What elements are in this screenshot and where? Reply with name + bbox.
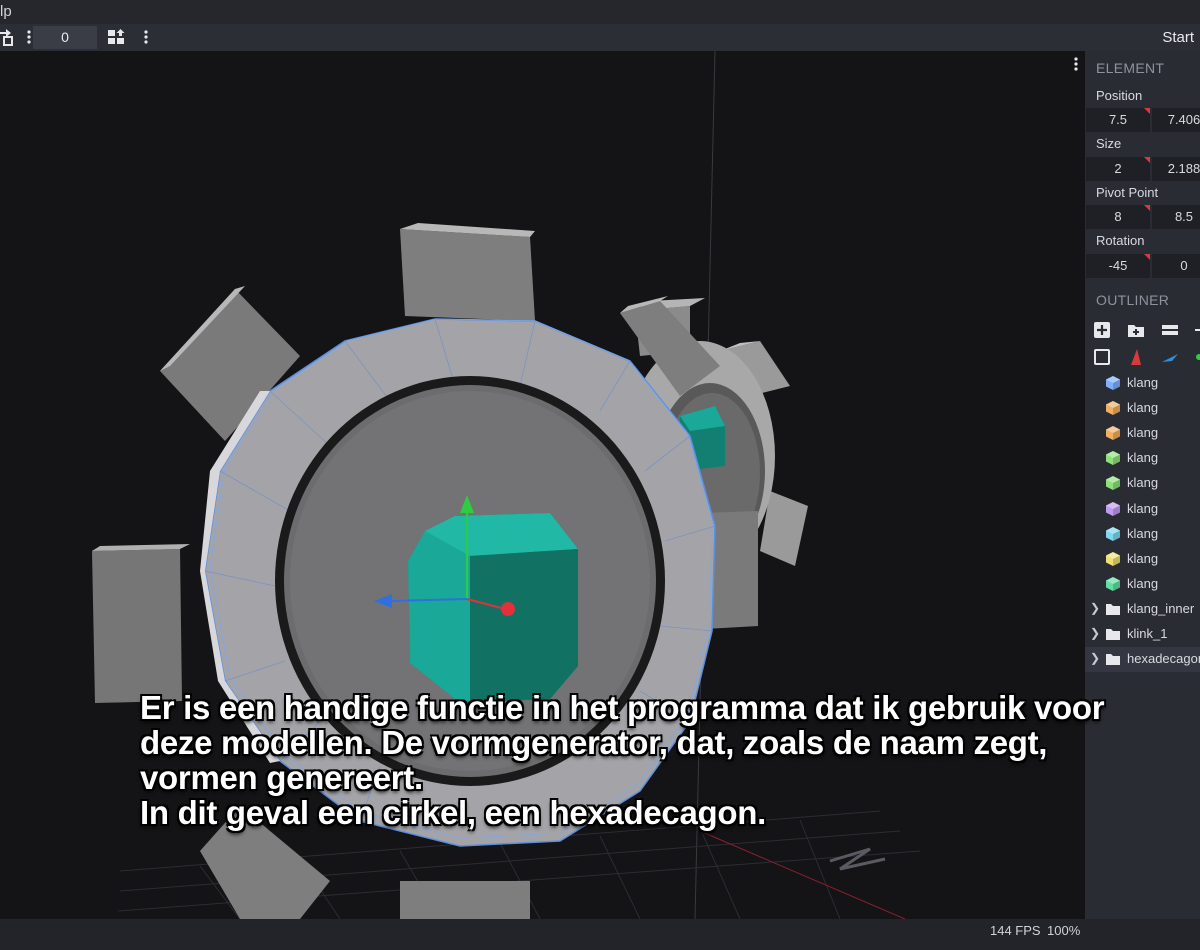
video-subtitle: Er is een handige functie in het program… [140,690,1160,830]
toolbar-more-icon-2[interactable] [137,28,148,46]
size-label: Size [1096,136,1122,151]
outliner-item-label: klang [1127,500,1159,516]
toolbar-more-icon[interactable] [20,28,31,46]
pivot-x-input[interactable]: 8 [1086,205,1150,229]
checkbox-icon[interactable] [1093,348,1111,366]
outliner-title: OUTLINER [1096,292,1170,308]
outliner-item-label: klang [1127,575,1159,591]
outliner-item-label: klang_inner [1127,600,1195,616]
start-button[interactable]: Start [1162,29,1194,46]
rotation-y-input[interactable]: 0 [1152,254,1200,278]
size-y-input[interactable]: 2.188 [1152,157,1200,181]
outliner-item-label: klang [1127,400,1159,416]
toolbar-number-input[interactable]: 0 [33,26,97,49]
cube-icon [1105,450,1121,466]
cube-icon [1105,375,1121,391]
more-tools-icon[interactable] [1193,321,1200,339]
outliner-cube[interactable]: klang [1085,497,1200,522]
rotation-label: Rotation [1096,233,1145,248]
cube-icon [1105,501,1121,517]
folder-icon [1105,651,1121,667]
outliner-cube[interactable]: klang [1085,572,1200,597]
position-label: Position [1096,88,1143,103]
rotation-row: -45 0 [1086,254,1200,278]
outliner-cube[interactable]: klang [1085,547,1200,572]
collapse-icon[interactable] [1161,321,1179,339]
outliner-item-label: klang [1127,450,1159,466]
outliner-folder[interactable]: ❯ klink_1 [1085,622,1200,647]
zoom-level: 100% [1047,923,1081,938]
position-row: 7.5 7.406 [1086,108,1200,132]
subtitle-line-2: deze modellen. De vormgenerator, dat, zo… [140,724,1048,761]
transform-tool-icon[interactable] [0,28,14,46]
outliner-item-label: klang [1127,525,1159,541]
outliner-cube[interactable]: klang [1085,396,1200,421]
size-row: 2 2.188 [1086,157,1200,181]
pivot-y-input[interactable]: 8.5 [1152,205,1200,229]
pivot-point-label: Pivot Point [1096,185,1159,200]
outliner-folder[interactable]: ❯ klang_inner [1085,597,1200,622]
cube-icon [1105,425,1121,441]
outliner-cube[interactable]: klang [1085,446,1200,471]
outliner-item-label: klang [1127,550,1159,566]
rotation-x-input[interactable]: -45 [1086,254,1150,278]
subtitle-line-4: In dit geval een cirkel, een hexadecagon… [140,794,766,831]
outliner-cube[interactable]: klang [1085,371,1200,396]
cube-icon [1105,526,1121,542]
outliner-item-label: klink_1 [1127,626,1168,641]
outliner-item-label: klang [1127,425,1159,441]
cube-icon [1105,551,1121,567]
add-cube-icon[interactable] [1093,321,1111,339]
outliner-cube[interactable]: klang [1085,471,1200,496]
status-bar: 144 FPS 100% [0,919,1200,950]
chevron-right-icon[interactable]: ❯ [1090,626,1100,640]
outliner-item-label: klang [1127,375,1159,390]
size-x-input[interactable]: 2 [1086,157,1150,181]
selected-cube [408,513,578,703]
element-panel-title: ELEMENT [1096,60,1165,76]
chevron-right-icon[interactable]: ❯ [1090,651,1100,665]
green-dot-icon[interactable] [1193,348,1200,366]
arrange-icon[interactable] [107,28,125,46]
toolbar: 0 Start [0,24,1200,51]
folder-icon [1105,601,1121,617]
blue-shape-icon[interactable] [1161,348,1179,366]
subtitle-line-3: vormen genereert. [140,759,423,796]
outliner-item-label: klang [1127,475,1159,491]
add-group-icon[interactable] [1127,321,1145,339]
outliner-folder[interactable]: ❯ hexadecagon [1085,647,1200,673]
position-x-input[interactable]: 7.5 [1086,108,1150,132]
position-y-input[interactable]: 7.406 [1152,108,1200,132]
folder-icon [1105,626,1121,642]
menu-bar: lp [0,0,1200,24]
chevron-right-icon[interactable]: ❯ [1090,601,1100,615]
outliner-cube[interactable]: klang [1085,421,1200,446]
cube-icon [1105,475,1121,491]
fps-counter: 144 FPS [990,923,1041,938]
pivot-row: 8 8.5 [1086,205,1200,229]
subtitle-line-1: Er is een handige functie in het program… [140,689,1105,726]
cube-icon [1105,400,1121,416]
viewport-menu-icon[interactable] [1073,55,1079,73]
outliner-cube[interactable]: klang [1085,522,1200,547]
cube-icon [1105,576,1121,592]
outliner-item-label: hexadecagon [1127,651,1200,667]
red-triangle-icon[interactable] [1127,348,1145,366]
menu-help[interactable]: lp [0,3,12,20]
